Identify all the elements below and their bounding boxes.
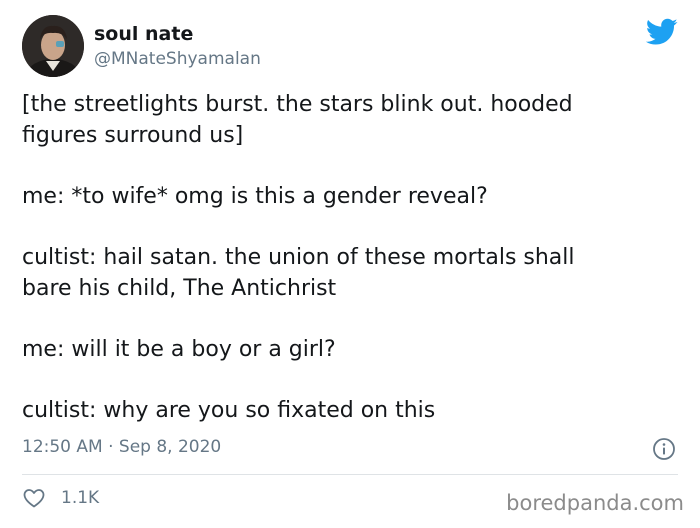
watermark: boredpanda.com — [506, 491, 684, 515]
divider — [22, 474, 678, 475]
tweet-paragraph: [the streetlights burst. the stars blink… — [22, 92, 573, 148]
tweet-paragraph: cultist: why are you so fixated on this — [22, 398, 436, 423]
like-button[interactable]: 1.1K — [22, 485, 99, 511]
author-handle[interactable]: @MNateShyamalan — [94, 49, 261, 69]
avatar[interactable] — [22, 15, 84, 77]
like-count: 1.1K — [61, 488, 100, 508]
tweet-paragraph: me: will it be a boy or a girl? — [22, 337, 336, 362]
tweet-timestamp[interactable]: 12:50 AM · Sep 8, 2020 — [22, 437, 221, 457]
info-icon[interactable] — [652, 437, 676, 461]
tweet-paragraph: me: *to wife* omg is this a gender revea… — [22, 184, 488, 209]
tweet-paragraph: cultist: hail satan. the union of these … — [22, 245, 575, 301]
author-name[interactable]: soul nate — [94, 23, 193, 45]
tweet-text: [the streetlights burst. the stars blink… — [22, 89, 682, 426]
twitter-bird-icon[interactable] — [645, 18, 678, 46]
heart-icon[interactable] — [22, 486, 46, 510]
